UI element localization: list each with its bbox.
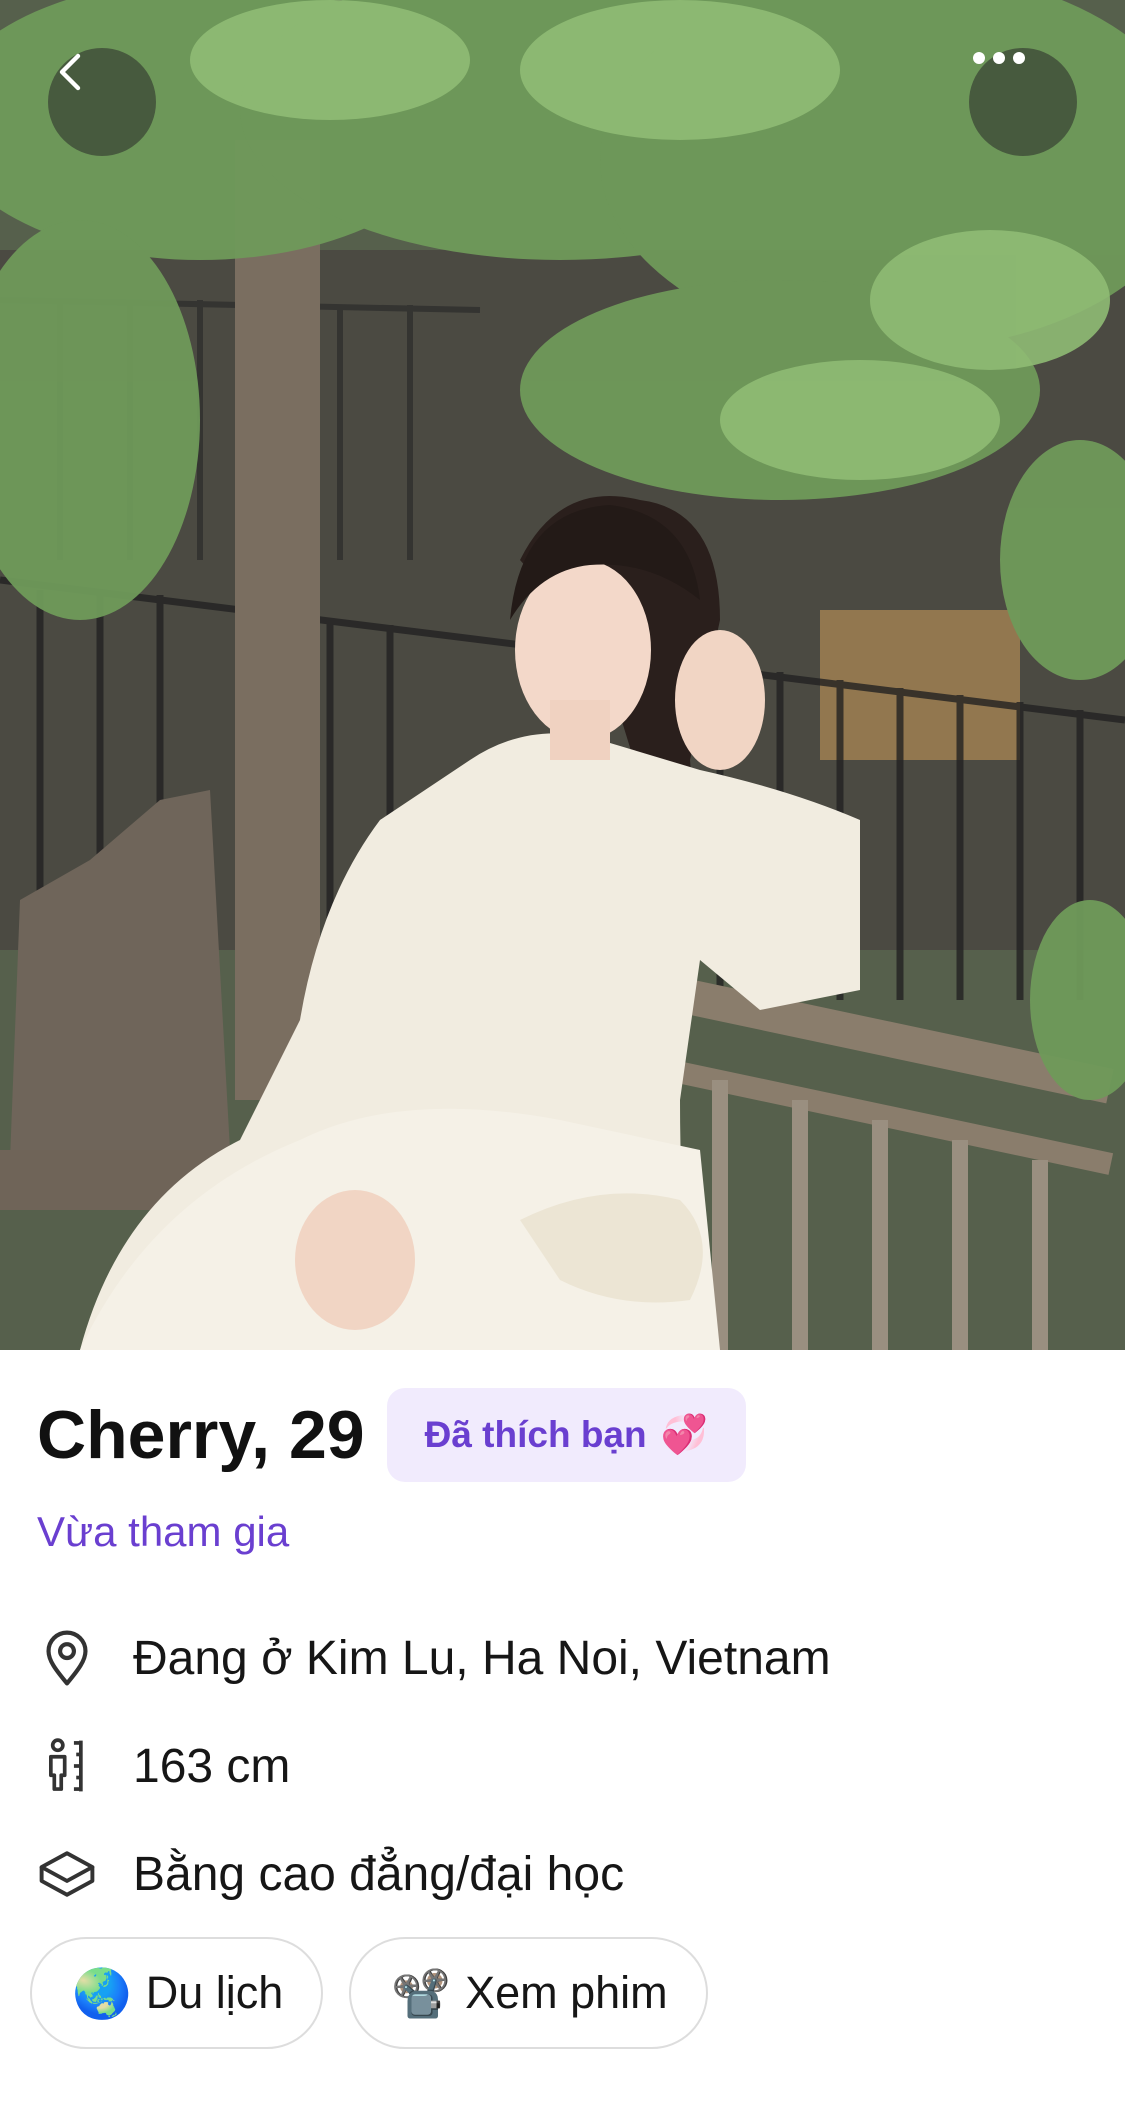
location-pin-icon [37, 1628, 97, 1688]
name-row: Cherry, 29 Đã thích bạn 💞 [37, 1388, 746, 1482]
more-horizontal-icon [973, 52, 1025, 64]
detail-height: 163 cm [37, 1736, 290, 1796]
liked-badge-label: Đã thích bạn [424, 1414, 647, 1455]
interest-chips: 🌏 Du lịch 📽️ Xem phim [30, 1937, 734, 2049]
film-projector-emoji-icon: 📽️ [391, 1967, 452, 2021]
liked-you-badge: Đã thích bạn 💞 [386, 1388, 746, 1482]
more-options-button[interactable] [969, 48, 1077, 156]
height-ruler-icon [37, 1736, 97, 1796]
interest-chip-travel[interactable]: 🌏 Du lịch [30, 1937, 324, 2049]
globe-emoji-icon: 🌏 [72, 1967, 132, 2021]
chevron-left-icon [59, 53, 81, 91]
profile-photo[interactable] [0, 0, 1125, 1350]
detail-location: Đang ở Kim Lu, Ha Noi, Vietnam [37, 1628, 831, 1688]
interest-label: Du lịch [145, 1967, 284, 2018]
profile-info: Cherry, 29 Đã thích bạn 💞 Vừa tham gia Đ… [0, 1350, 1125, 2128]
back-button[interactable] [48, 48, 156, 156]
interest-chip-movies[interactable]: 📽️ Xem phim [349, 1937, 708, 2049]
profile-name-age: Cherry, 29 [37, 1397, 365, 1473]
photo-illustration [0, 0, 1125, 1350]
height-text: 163 cm [133, 1739, 291, 1793]
heart-emoji-icon: 💞 [660, 1414, 708, 1456]
joined-status: Vừa tham gia [37, 1508, 290, 1555]
location-text: Đang ở Kim Lu, Ha Noi, Vietnam [133, 1631, 831, 1685]
interest-label: Xem phim [465, 1967, 668, 2018]
detail-education: Bằng cao đẳng/đại học [37, 1844, 624, 1904]
graduation-cap-icon [37, 1844, 97, 1904]
education-text: Bằng cao đẳng/đại học [133, 1847, 625, 1901]
